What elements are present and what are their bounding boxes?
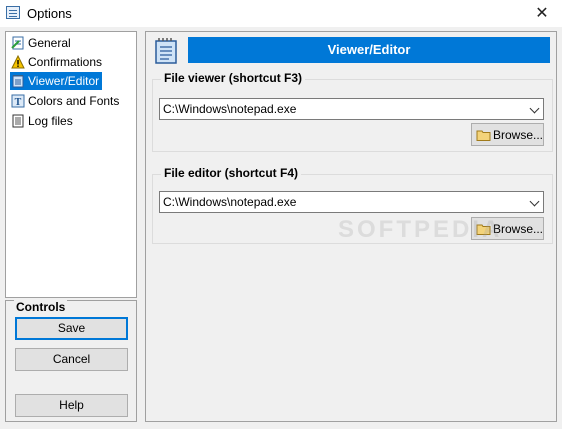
sidebar-item-general[interactable]: General <box>10 34 74 52</box>
category-list: General Confirmations Viewer/Editor T Co… <box>5 31 137 298</box>
sidebar-item-colors-fonts[interactable]: T Colors and Fonts <box>10 92 122 110</box>
watermark: SOFTPEDIA <box>338 216 503 243</box>
help-button[interactable]: Help <box>15 394 128 417</box>
controls-group: Controls Save Cancel Help <box>5 300 137 422</box>
file-editor-select[interactable]: C:\Windows\notepad.exe <box>159 191 544 213</box>
page-title: Viewer/Editor <box>188 37 550 63</box>
svg-text:T: T <box>15 97 22 108</box>
file-viewer-browse-button[interactable]: Browse... <box>471 123 544 146</box>
file-viewer-select[interactable]: C:\Windows\notepad.exe <box>159 98 544 120</box>
close-icon[interactable]: ✕ <box>522 0 562 27</box>
chevron-down-icon <box>529 103 540 114</box>
file-editor-value: C:\Windows\notepad.exe <box>163 195 297 209</box>
file-viewer-title: File viewer (shortcut F3) <box>161 71 306 85</box>
browse-label: Browse... <box>493 128 544 142</box>
warning-icon <box>11 55 25 69</box>
chevron-down-icon <box>529 196 540 207</box>
sidebar-item-label: Log files <box>28 114 73 128</box>
save-button[interactable]: Save <box>15 317 128 340</box>
sidebar-item-label: Confirmations <box>28 55 103 69</box>
options-app-icon <box>6 6 20 19</box>
sidebar-item-label: Viewer/Editor <box>28 74 100 88</box>
title-bar: Options ✕ <box>0 0 562 27</box>
sidebar-item-label: General <box>28 36 71 50</box>
sidebar-item-log-files[interactable]: Log files <box>10 112 76 130</box>
notepad-icon <box>12 75 24 88</box>
window-title: Options <box>27 6 72 21</box>
folder-icon <box>476 130 491 141</box>
font-icon: T <box>11 94 25 108</box>
controls-title: Controls <box>14 300 68 314</box>
notepad-icon <box>155 38 177 64</box>
file-viewer-value: C:\Windows\notepad.exe <box>163 102 297 116</box>
sidebar-item-viewer-editor[interactable]: Viewer/Editor <box>10 72 103 90</box>
cancel-button[interactable]: Cancel <box>15 348 128 371</box>
log-file-icon <box>12 114 24 128</box>
sidebar-item-label: Colors and Fonts <box>28 94 120 108</box>
sidebar-item-confirmations[interactable]: Confirmations <box>10 53 105 71</box>
general-settings-icon <box>11 36 24 50</box>
file-editor-title: File editor (shortcut F4) <box>161 166 302 180</box>
